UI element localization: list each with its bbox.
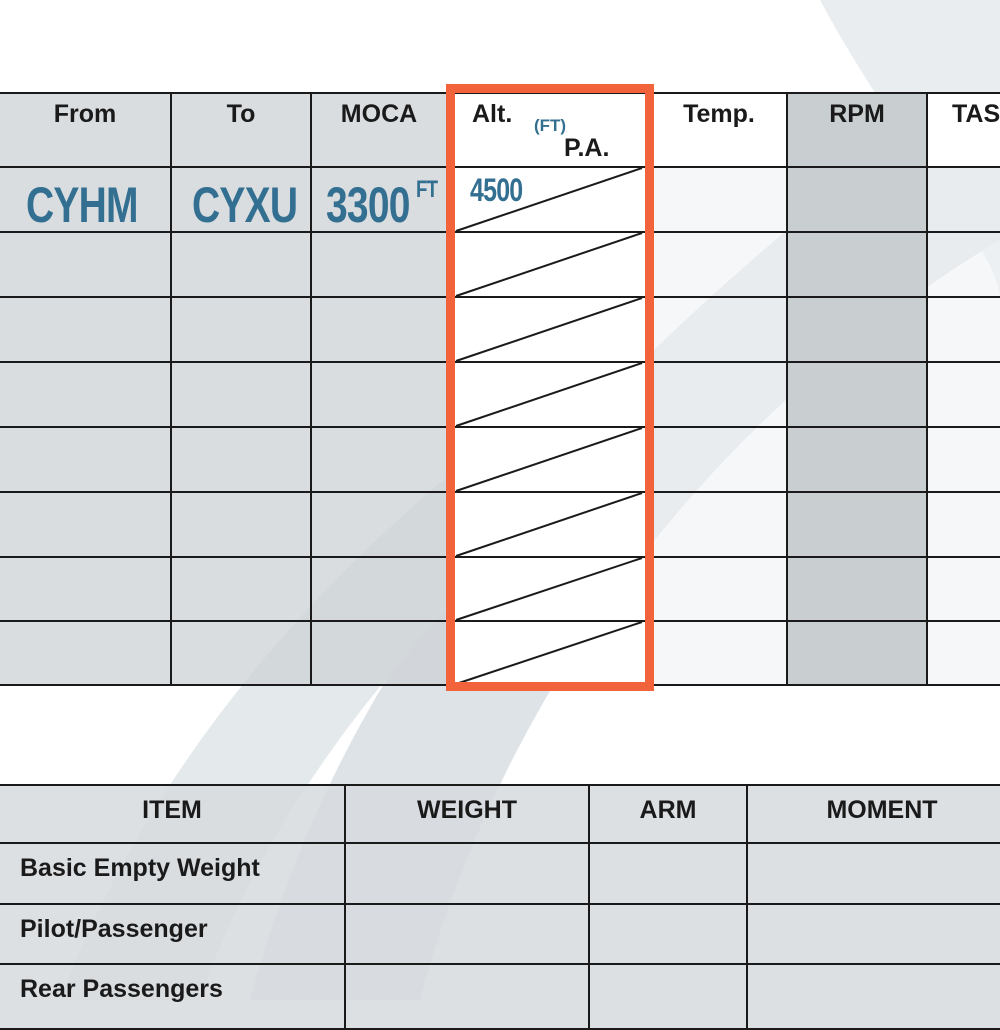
wb-cell[interactable] bbox=[590, 905, 748, 965]
wb-header-arm: ARM bbox=[590, 786, 748, 844]
wb-cell[interactable] bbox=[346, 965, 590, 1030]
wb-header-item: ITEM bbox=[0, 786, 346, 844]
wb-cell[interactable] bbox=[748, 965, 1000, 1030]
wb-cell[interactable] bbox=[346, 844, 590, 905]
wb-cell[interactable] bbox=[346, 905, 590, 965]
wb-item-label: Pilot/Passenger bbox=[0, 905, 346, 965]
alt-column-highlight bbox=[446, 84, 654, 691]
wb-cell[interactable] bbox=[590, 844, 748, 905]
wb-header-moment: MOMENT bbox=[748, 786, 1000, 844]
wb-cell[interactable] bbox=[748, 905, 1000, 965]
wb-item-label: Rear Passengers bbox=[0, 965, 346, 1030]
wb-cell[interactable] bbox=[748, 844, 1000, 905]
wb-cell[interactable] bbox=[590, 965, 748, 1030]
wb-item-label: Basic Empty Weight bbox=[0, 844, 346, 905]
wb-header-weight: WEIGHT bbox=[346, 786, 590, 844]
